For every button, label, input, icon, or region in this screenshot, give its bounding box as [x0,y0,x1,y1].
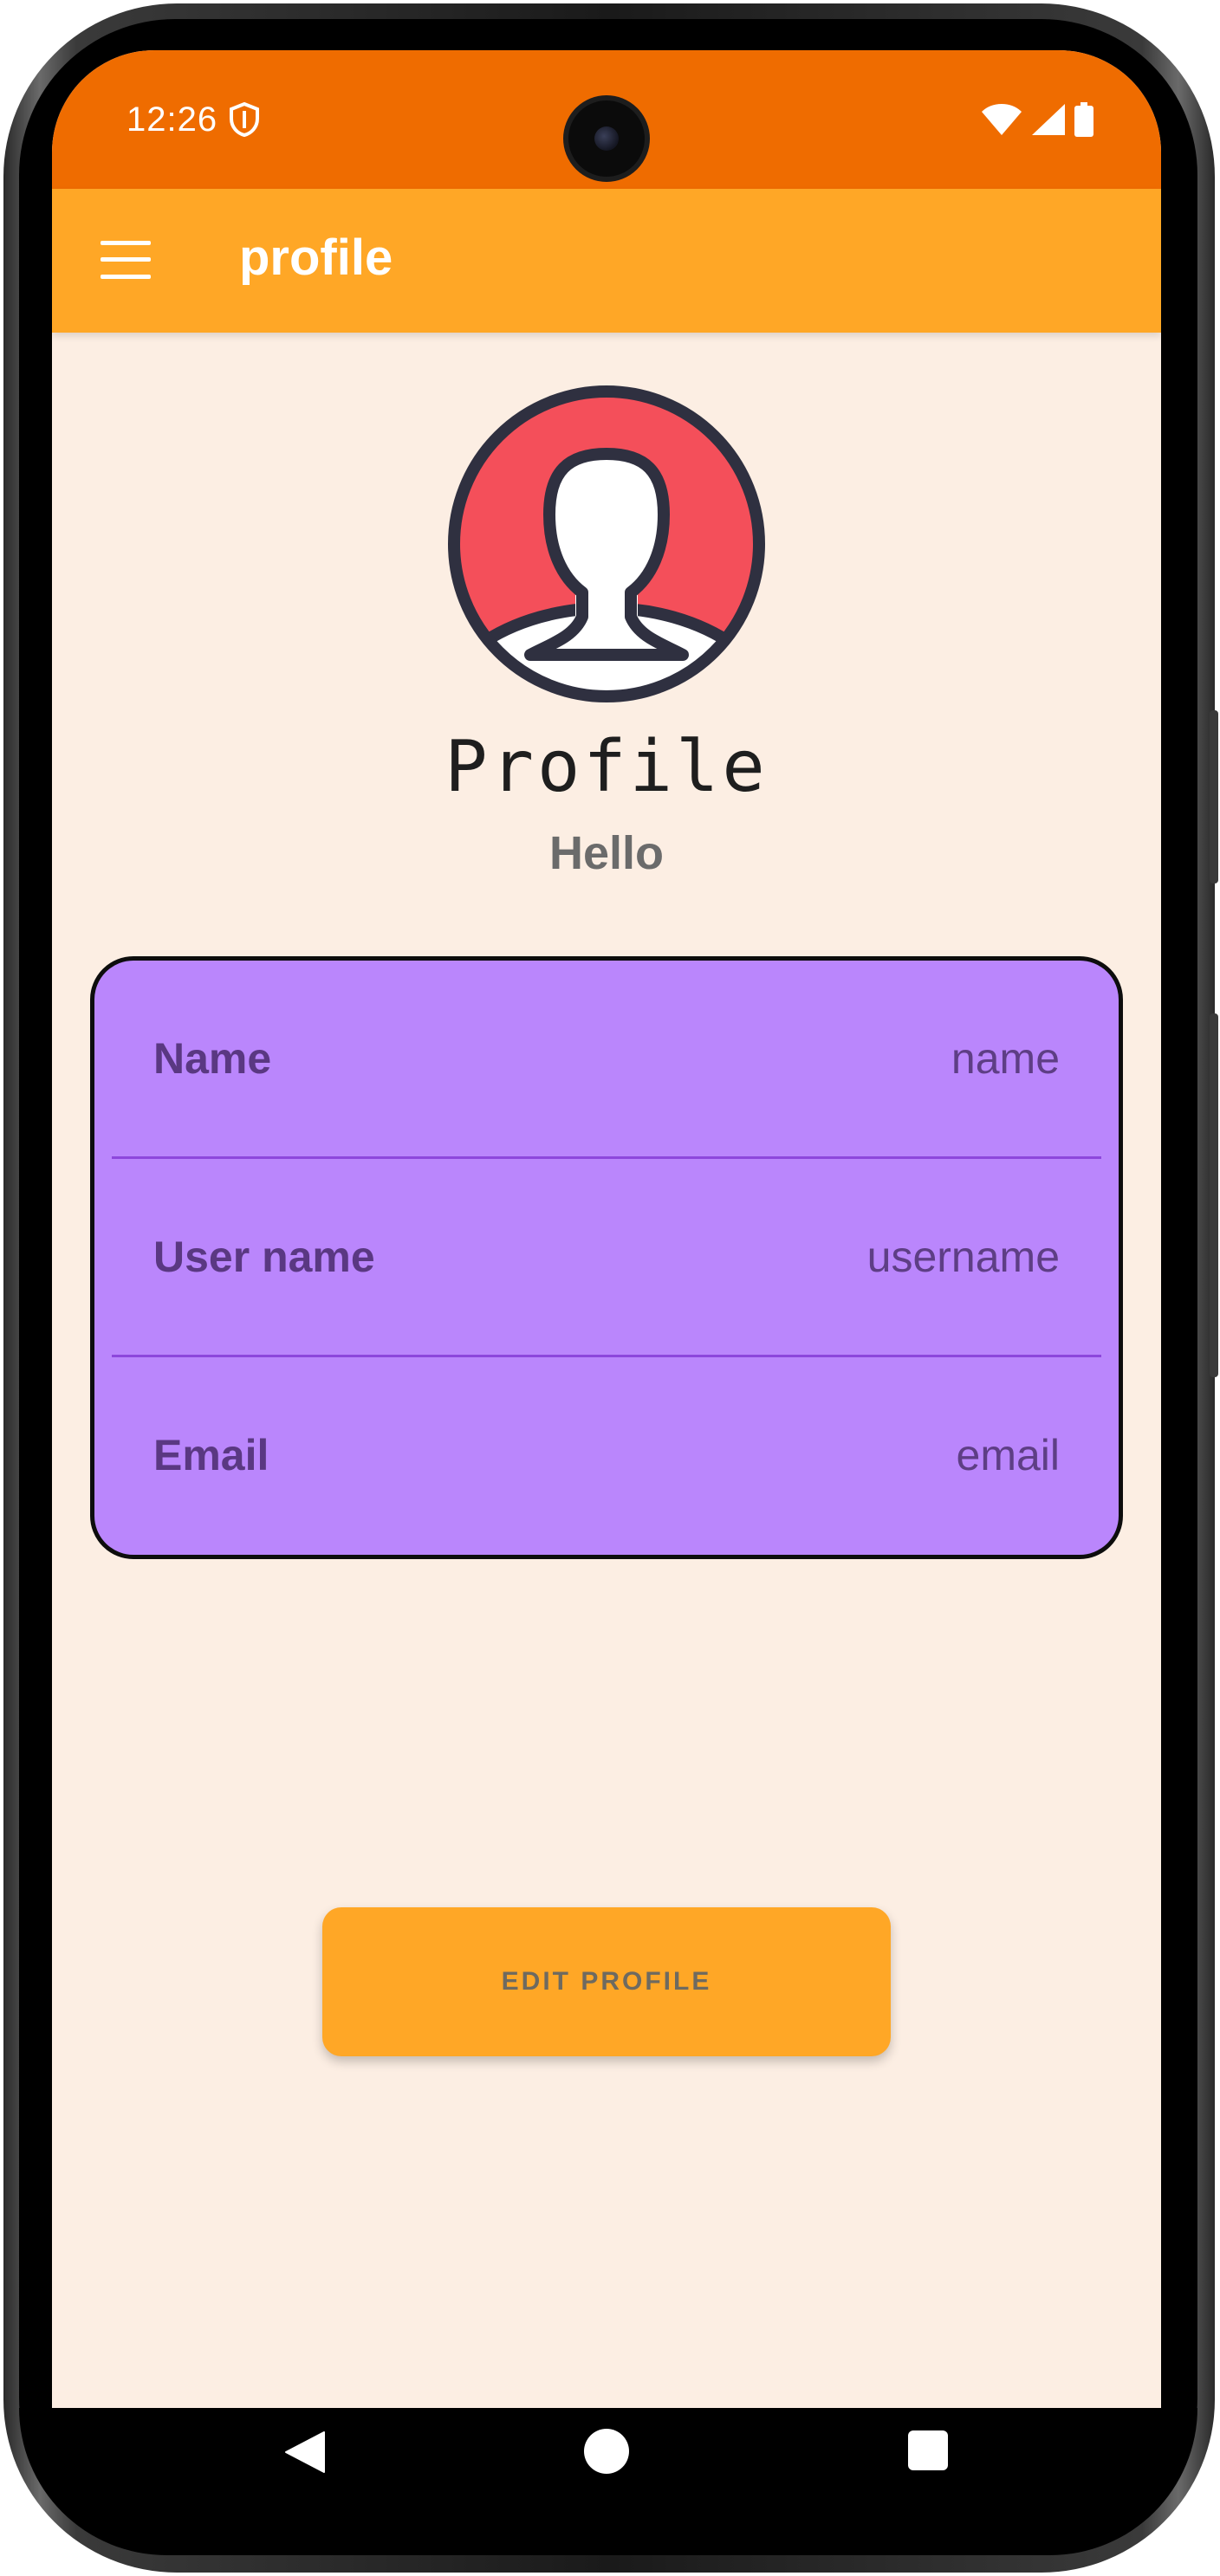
status-icons [981,102,1093,137]
edit-profile-button[interactable]: EDIT PROFILE [322,1907,891,2056]
app-screen: 12:26 profile Profile Hello Name name Us… [52,50,1161,2408]
hamburger-menu-icon[interactable] [101,241,151,279]
info-row-name: Name name [94,961,1119,1156]
nav-back-icon[interactable] [284,2430,326,2474]
shield-icon [230,102,259,137]
system-navigation-bar [19,2408,1197,2555]
info-row-email: Email email [94,1357,1119,1553]
battery-icon [1074,102,1093,137]
phone-device-frame: 12:26 profile Profile Hello Name name Us… [0,0,1220,2576]
status-bar: 12:26 [52,50,1161,189]
user-avatar-icon [448,385,765,702]
wifi-icon [982,104,1022,135]
profile-heading: Profile [445,726,769,808]
email-value: email [956,1431,1060,1479]
info-row-username: User name username [94,1159,1119,1355]
nav-home-icon[interactable] [584,2429,629,2474]
power-button [1210,710,1218,883]
name-label: Name [153,1034,272,1083]
name-value: name [951,1034,1060,1083]
volume-button [1210,1013,1218,1377]
username-label: User name [153,1233,375,1281]
username-value: username [866,1233,1060,1281]
cell-signal-icon [1032,104,1065,135]
app-bar-title: profile [239,230,393,286]
front-camera [563,95,650,182]
email-label: Email [153,1431,269,1479]
status-time: 12:26 [127,100,218,139]
app-bar: profile [52,189,1161,333]
profile-info-card: Name name User name username Email email [90,956,1123,1559]
profile-subheading: Hello [548,827,665,879]
nav-recents-icon[interactable] [908,2430,948,2470]
